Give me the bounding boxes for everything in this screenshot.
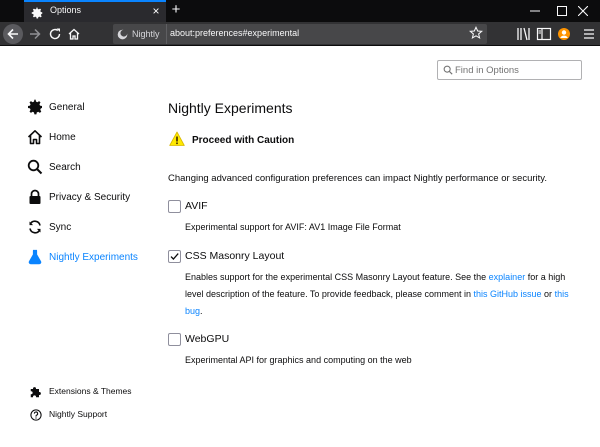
css-masonry-checkbox[interactable] — [168, 250, 181, 263]
preferences-page: General Home Search Privacy & Security S… — [0, 47, 600, 447]
find-in-options[interactable] — [437, 60, 582, 80]
pref-name: AVIF — [185, 200, 208, 212]
gear-icon — [31, 6, 43, 19]
pref-name: CSS Masonry Layout — [185, 250, 285, 262]
search-icon — [27, 159, 43, 175]
checkmark-icon — [170, 253, 179, 260]
sidebar-item-label: Privacy & Security — [49, 191, 131, 203]
sidebar-item-general[interactable]: General — [27, 97, 85, 117]
help-icon — [30, 408, 42, 421]
tab-title: Options — [50, 5, 82, 15]
desc-text: . — [200, 306, 203, 316]
close-icon — [578, 6, 588, 16]
close-window-button[interactable] — [568, 0, 600, 22]
sidebar-toggle-icon[interactable] — [535, 25, 553, 43]
desc-text: Enables support for the experimental CSS… — [185, 272, 489, 282]
minimize-icon — [530, 10, 540, 12]
sidebar-item-label: Sync — [49, 221, 72, 233]
menu-icon[interactable] — [580, 25, 598, 43]
sidebar-item-privacy-security[interactable]: Privacy & Security — [27, 187, 130, 207]
tab-options[interactable]: Options × — [24, 0, 166, 22]
tab-close-icon[interactable]: × — [149, 3, 163, 19]
pref-name: WebGPU — [185, 333, 230, 345]
tab-strip: Options × + — [0, 0, 600, 22]
back-button[interactable] — [3, 24, 23, 44]
bookmark-star-icon[interactable] — [469, 26, 483, 40]
sidebar-item-sync[interactable]: Sync — [27, 217, 71, 237]
explainer-link[interactable]: explainer — [489, 272, 526, 282]
flask-icon — [27, 249, 43, 265]
sidebar-item-search[interactable]: Search — [27, 157, 81, 177]
caution-title: Proceed with Caution — [192, 135, 295, 146]
category-sidebar: General Home Search Privacy & Security S… — [0, 47, 160, 447]
url-bar[interactable]: Nightly about:preferences#experimental — [113, 24, 487, 44]
sidebar-item-extensions-themes[interactable]: Extensions & Themes — [30, 383, 132, 399]
navigation-toolbar: Nightly about:preferences#experimental — [0, 22, 600, 46]
sidebar-item-label: Search — [49, 161, 81, 173]
reload-button[interactable] — [45, 24, 65, 44]
pref-description: Enables support for the experimental CSS… — [185, 269, 585, 320]
back-arrow-icon — [7, 28, 18, 40]
pref-description: Experimental API for graphics and comput… — [185, 355, 412, 365]
home-icon — [68, 28, 80, 40]
home-icon — [27, 129, 43, 145]
page-title: Nightly Experiments — [168, 100, 293, 116]
sidebar-item-label: Home — [49, 131, 76, 143]
sidebar-item-nightly-support[interactable]: Nightly Support — [30, 406, 107, 422]
sidebar-item-home[interactable]: Home — [27, 127, 76, 147]
url-text[interactable]: about:preferences#experimental — [170, 28, 299, 38]
pref-description: Experimental support for AVIF: AV1 Image… — [185, 222, 401, 232]
search-input[interactable] — [455, 63, 577, 77]
sidebar-item-label: General — [49, 101, 85, 113]
identity-box[interactable]: Nightly — [113, 24, 167, 44]
avif-checkbox[interactable] — [168, 200, 181, 213]
puzzle-icon — [30, 385, 42, 398]
footer-item-label: Extensions & Themes — [49, 386, 132, 396]
sync-icon — [27, 219, 43, 235]
desc-text: or — [541, 289, 555, 299]
nightly-logo-icon — [117, 29, 128, 39]
identity-label: Nightly — [132, 29, 160, 39]
webgpu-checkbox[interactable] — [168, 333, 181, 346]
maximize-icon — [557, 6, 567, 16]
footer-item-label: Nightly Support — [49, 409, 108, 419]
sidebar-item-nightly-experiments[interactable]: Nightly Experiments — [27, 247, 138, 267]
search-icon — [443, 65, 453, 75]
sidebar-item-label: Nightly Experiments — [49, 251, 138, 263]
new-tab-button[interactable]: + — [169, 1, 183, 19]
lock-icon — [27, 189, 43, 205]
forward-button[interactable] — [25, 24, 45, 44]
warning-icon — [169, 131, 185, 147]
gear-icon — [27, 99, 43, 115]
caution-description: Changing advanced configuration preferen… — [168, 173, 547, 184]
home-button[interactable] — [64, 24, 84, 44]
github-issue-link[interactable]: this GitHub issue — [474, 289, 542, 299]
account-avatar-icon[interactable] — [555, 25, 573, 43]
reload-icon — [49, 28, 61, 40]
forward-arrow-icon — [30, 28, 41, 40]
library-icon[interactable] — [515, 25, 533, 43]
